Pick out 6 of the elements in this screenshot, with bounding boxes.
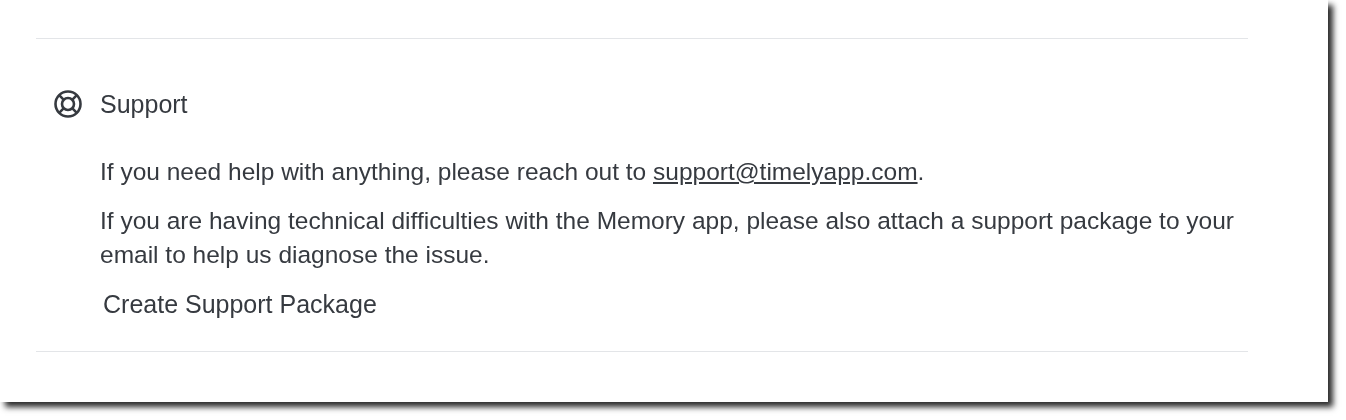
lifebuoy-icon [53, 89, 83, 119]
paragraph: If you need help with anything, please reach out to support@timelyapp.com. [100, 157, 926, 187]
create-package-button[interactable]: Create Support Package [100, 290, 380, 319]
paragraph: If you are having technical difficulties with the Memory app, please also attach a support package to your email to help us diagnose the issue. [100, 206, 1235, 270]
section-title: Support [100, 89, 188, 119]
email-link[interactable]: support@timelyapp.com [653, 158, 918, 185]
